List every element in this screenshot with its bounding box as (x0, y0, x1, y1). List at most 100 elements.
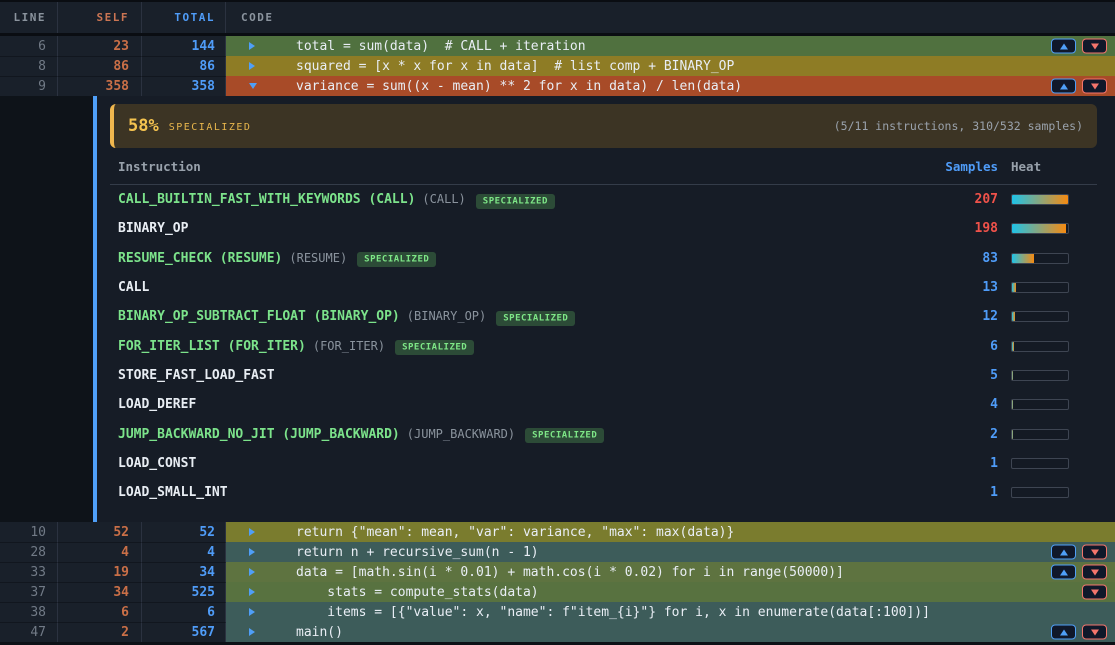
instruction-name: JUMP_BACKWARD_NO_JIT (JUMP_BACKWARD) (118, 427, 400, 442)
code-cell[interactable]: main() (226, 622, 1115, 642)
jump-up-button[interactable] (1051, 565, 1076, 580)
jump-down-button[interactable] (1082, 625, 1107, 640)
heat-bar-fill (1012, 283, 1016, 292)
instruction-name: LOAD_DEREF (118, 397, 196, 412)
instruction-row[interactable]: JUMP_BACKWARD_NO_JIT (JUMP_BACKWARD)(JUM… (110, 419, 1097, 448)
code-line-row[interactable]: 623144total = sum(data) # CALL + iterati… (0, 36, 1115, 56)
code-line-row[interactable]: 88686squared = [x * x for x in data] # l… (0, 56, 1115, 76)
instruction-row[interactable]: LOAD_CONST 1 (110, 449, 1097, 478)
line-number: 10 (0, 522, 58, 542)
row-nav-buttons (1051, 545, 1107, 560)
heat-cell (1011, 341, 1097, 352)
self-samples: 4 (58, 542, 142, 562)
code-cell[interactable]: return {"mean": mean, "var": variance, "… (226, 522, 1115, 542)
code-cell[interactable]: data = [math.sin(i * 0.01) + math.cos(i … (226, 562, 1115, 582)
expand-icon[interactable] (249, 42, 255, 50)
instruction-name: CALL (118, 280, 149, 295)
code-cell[interactable]: stats = compute_stats(data) (226, 582, 1115, 602)
heat-cell (1011, 399, 1097, 410)
arrow-down-icon (1091, 549, 1099, 555)
instruction-name: STORE_FAST_LOAD_FAST (118, 368, 275, 383)
heat-cell (1011, 370, 1097, 381)
code-cell[interactable]: squared = [x * x for x in data] # list c… (226, 56, 1115, 76)
instruction-row[interactable]: BINARY_OP198 (110, 214, 1097, 243)
heat-bar-fill (1012, 254, 1034, 263)
heat-bar-fill (1012, 312, 1015, 321)
code-cell[interactable]: variance = sum((x - mean) ** 2 for x in … (226, 76, 1115, 96)
samples-count: 1 (990, 456, 998, 471)
specialized-label: SPECIALIZED (169, 122, 252, 133)
code-rows-bottom: 105252return {"mean": mean, "var": varia… (0, 522, 1115, 642)
self-samples: 6 (58, 602, 142, 622)
instruction-cell: LOAD_CONST (118, 456, 848, 471)
column-header-heat: Heat (1011, 159, 1097, 174)
jump-up-button[interactable] (1051, 625, 1076, 640)
code-text: stats = compute_stats(data) (226, 585, 539, 600)
jump-down-button[interactable] (1082, 39, 1107, 54)
code-cell[interactable]: items = [{"value": x, "name": f"item_{i}… (226, 602, 1115, 622)
code-line-row[interactable]: 3866 items = [{"value": x, "name": f"ite… (0, 602, 1115, 622)
jump-down-button[interactable] (1082, 79, 1107, 94)
jump-down-button[interactable] (1082, 565, 1107, 580)
heat-bar-track (1011, 429, 1069, 440)
expand-icon[interactable] (249, 528, 255, 536)
code-cell[interactable]: total = sum(data) # CALL + iteration (226, 36, 1115, 56)
line-number: 33 (0, 562, 58, 582)
instruction-row[interactable]: STORE_FAST_LOAD_FAST 5 (110, 361, 1097, 390)
instruction-row[interactable]: CALL13 (110, 273, 1097, 302)
samples-count: 4 (990, 397, 998, 412)
heat-bar-track (1011, 194, 1069, 205)
instruction-row[interactable]: LOAD_DEREF 4 (110, 390, 1097, 419)
instruction-cell: LOAD_SMALL_INT (118, 485, 848, 500)
arrow-down-icon (1091, 589, 1099, 595)
arrow-down-icon (1091, 43, 1099, 49)
self-samples: 19 (58, 562, 142, 582)
code-line-row[interactable]: 472567main() (0, 622, 1115, 642)
expand-icon[interactable] (249, 628, 255, 636)
samples-value: 6 (848, 339, 998, 354)
instruction-row[interactable]: CALL_BUILTIN_FAST_WITH_KEYWORDS (CALL)(C… (110, 185, 1097, 214)
jump-up-button[interactable] (1051, 79, 1076, 94)
code-line-row[interactable]: 9358358variance = sum((x - mean) ** 2 fo… (0, 76, 1115, 96)
samples-value: 198 (848, 221, 998, 236)
arrow-up-icon (1060, 549, 1068, 555)
samples-count: 12 (982, 309, 998, 324)
instruction-row[interactable]: RESUME_CHECK (RESUME)(RESUME)SPECIALIZED… (110, 244, 1097, 273)
column-header-instruction: Instruction (118, 159, 848, 174)
jump-down-button[interactable] (1082, 545, 1107, 560)
samples-value: 1 (848, 456, 998, 471)
self-samples: 86 (58, 56, 142, 76)
code-rows-top: 623144total = sum(data) # CALL + iterati… (0, 36, 1115, 96)
self-samples: 34 (58, 582, 142, 602)
heat-bar-track (1011, 370, 1069, 381)
total-samples: 86 (142, 56, 226, 76)
panel-body: 58% SPECIALIZED (5/11 instructions, 310/… (97, 96, 1115, 522)
instruction-row[interactable]: BINARY_OP_SUBTRACT_FLOAT (BINARY_OP)(BIN… (110, 302, 1097, 331)
instruction-cell: RESUME_CHECK (RESUME)(RESUME)SPECIALIZED (118, 251, 848, 266)
expand-icon[interactable] (249, 568, 255, 576)
row-nav-buttons (1051, 625, 1107, 640)
samples-count: 207 (975, 192, 998, 207)
expand-icon[interactable] (249, 608, 255, 616)
specialization-summary: 58% SPECIALIZED (5/11 instructions, 310/… (110, 104, 1097, 148)
code-line-row[interactable]: 2844return n + recursive_sum(n - 1) (0, 542, 1115, 562)
code-cell[interactable]: return n + recursive_sum(n - 1) (226, 542, 1115, 562)
collapse-icon[interactable] (249, 83, 257, 89)
expand-icon[interactable] (249, 548, 255, 556)
line-number: 47 (0, 622, 58, 642)
heat-bar-track (1011, 311, 1069, 322)
code-line-row[interactable]: 105252return {"mean": mean, "var": varia… (0, 522, 1115, 542)
jump-down-button[interactable] (1082, 585, 1107, 600)
code-line-row[interactable]: 3734525 stats = compute_stats(data) (0, 582, 1115, 602)
instruction-row[interactable]: FOR_ITER_LIST (FOR_ITER)(FOR_ITER)SPECIA… (110, 331, 1097, 360)
samples-count: 5 (990, 368, 998, 383)
expand-icon[interactable] (249, 588, 255, 596)
instruction-row[interactable]: LOAD_SMALL_INT1 (110, 478, 1097, 507)
code-line-row[interactable]: 331934data = [math.sin(i * 0.01) + math.… (0, 562, 1115, 582)
code-text: return n + recursive_sum(n - 1) (226, 545, 539, 560)
jump-up-button[interactable] (1051, 39, 1076, 54)
expand-icon[interactable] (249, 62, 255, 70)
specialized-badge: SPECIALIZED (525, 428, 604, 443)
row-nav-buttons (1051, 79, 1107, 94)
jump-up-button[interactable] (1051, 545, 1076, 560)
